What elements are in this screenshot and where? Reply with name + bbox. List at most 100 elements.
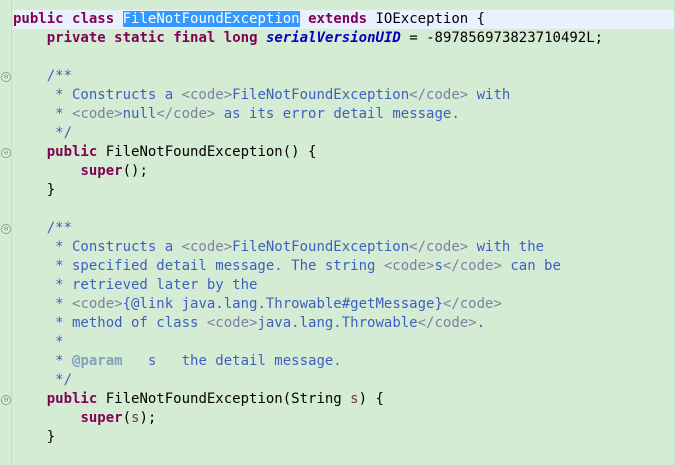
code-token: * Constructs a (13, 239, 182, 255)
code-token: FileNotFoundException() { (97, 144, 317, 160)
folding-ruler: ⊖ ⊖ ⊖ ⊖ (0, 0, 12, 465)
code-token: <code> (181, 87, 233, 103)
code-token: <code> (181, 239, 233, 255)
code-token: * (13, 106, 73, 122)
code-line[interactable] (13, 200, 676, 219)
code-line[interactable]: * (13, 333, 676, 352)
code-token: public (46, 144, 98, 160)
code-token: /** (46, 220, 73, 236)
code-token: with the (468, 239, 545, 255)
code-token: * (13, 334, 64, 350)
code-token: * (13, 296, 73, 312)
code-line[interactable]: } (13, 428, 676, 447)
code-line[interactable] (13, 48, 676, 67)
code-token: <code> (206, 315, 258, 331)
code-token: * (13, 353, 73, 369)
code-token: FileNotFoundException (232, 87, 410, 103)
code-line[interactable]: } (13, 181, 676, 200)
code-token: as its error detail message. (215, 106, 460, 122)
code-token: <code> (383, 258, 435, 274)
code-token: </code> (409, 239, 469, 255)
code-line[interactable]: * retrieved later by the (13, 276, 676, 295)
code-area[interactable]: public class FileNotFoundException exten… (13, 10, 676, 447)
code-token: * specified detail message. The string (13, 258, 384, 274)
code-token: <code> (72, 296, 123, 312)
code-token: public (13, 11, 64, 27)
code-token: serialVersionUID (265, 30, 401, 46)
fold-collapse-icon[interactable]: ⊖ (1, 72, 11, 82)
code-token: <code> (72, 106, 123, 122)
code-token: </code> (156, 106, 216, 122)
code-token: IOException { (367, 11, 486, 27)
code-token: public (46, 391, 98, 407)
code-line[interactable]: /** (13, 67, 676, 86)
code-token: null (122, 106, 157, 122)
code-token: {@link java.lang.Throwable#getMessage} (122, 296, 443, 312)
code-token: super (80, 410, 123, 426)
code-line[interactable]: * <code>{@link java.lang.Throwable#getMe… (13, 295, 676, 314)
code-token: </code> (409, 87, 469, 103)
code-editor[interactable]: ⊖ ⊖ ⊖ ⊖ public class FileNotFoundException … (0, 0, 676, 465)
code-line[interactable]: * @param s the detail message. (13, 352, 676, 371)
code-token: ); (139, 410, 157, 426)
code-token: extends (308, 11, 368, 27)
code-line[interactable]: public class FileNotFoundException exten… (13, 10, 676, 29)
code-token: } (13, 182, 56, 198)
code-line[interactable]: * Constructs a <code>FileNotFoundExcepti… (13, 238, 676, 257)
code-line[interactable]: /** (13, 219, 676, 238)
selected-text: FileNotFoundException (122, 11, 300, 27)
code-token: * method of class (13, 315, 207, 331)
code-line[interactable]: public FileNotFoundException() { (13, 143, 676, 162)
code-token: */ (13, 125, 73, 141)
fold-collapse-icon[interactable]: ⊖ (1, 395, 11, 405)
code-token: . (476, 315, 486, 331)
code-token: with (468, 87, 511, 103)
code-line[interactable]: * specified detail message. The string <… (13, 257, 676, 276)
code-line[interactable]: */ (13, 124, 676, 143)
code-token: </code> (442, 296, 502, 312)
code-token: final (173, 30, 216, 46)
code-token: s the detail message. (122, 353, 342, 369)
code-token: ) { (358, 391, 384, 407)
code-token: ( (122, 410, 132, 426)
code-token: FileNotFoundException (232, 239, 410, 255)
code-line[interactable]: */ (13, 371, 676, 390)
code-line[interactable]: * Constructs a <code>FileNotFoundExcepti… (13, 86, 676, 105)
code-line[interactable]: private static final long serialVersionU… (13, 29, 676, 48)
fold-collapse-icon[interactable]: ⊖ (1, 148, 11, 158)
code-token: can be (501, 258, 561, 274)
code-line[interactable]: public FileNotFoundException(String s) { (13, 390, 676, 409)
code-token: static (114, 30, 165, 46)
code-token: * Constructs a (13, 87, 182, 103)
code-token: long (223, 30, 258, 46)
code-token: * retrieved later by the (13, 277, 258, 293)
code-token: @param (72, 353, 123, 369)
code-token: (); (122, 163, 148, 179)
code-token: */ (13, 372, 73, 388)
code-token: </code> (442, 258, 502, 274)
fold-collapse-icon[interactable]: ⊖ (1, 224, 11, 234)
code-token: s (350, 391, 359, 407)
code-token: private (46, 30, 106, 46)
code-line[interactable]: * <code>null</code> as its error detail … (13, 105, 676, 124)
code-token: class (72, 11, 115, 27)
code-line[interactable]: super(s); (13, 409, 676, 428)
code-line[interactable]: super(); (13, 162, 676, 181)
code-token: /** (46, 68, 73, 84)
code-token: </code> (417, 315, 477, 331)
code-token: FileNotFoundException(String (97, 391, 351, 407)
code-line[interactable]: * method of class <code>java.lang.Throwa… (13, 314, 676, 333)
